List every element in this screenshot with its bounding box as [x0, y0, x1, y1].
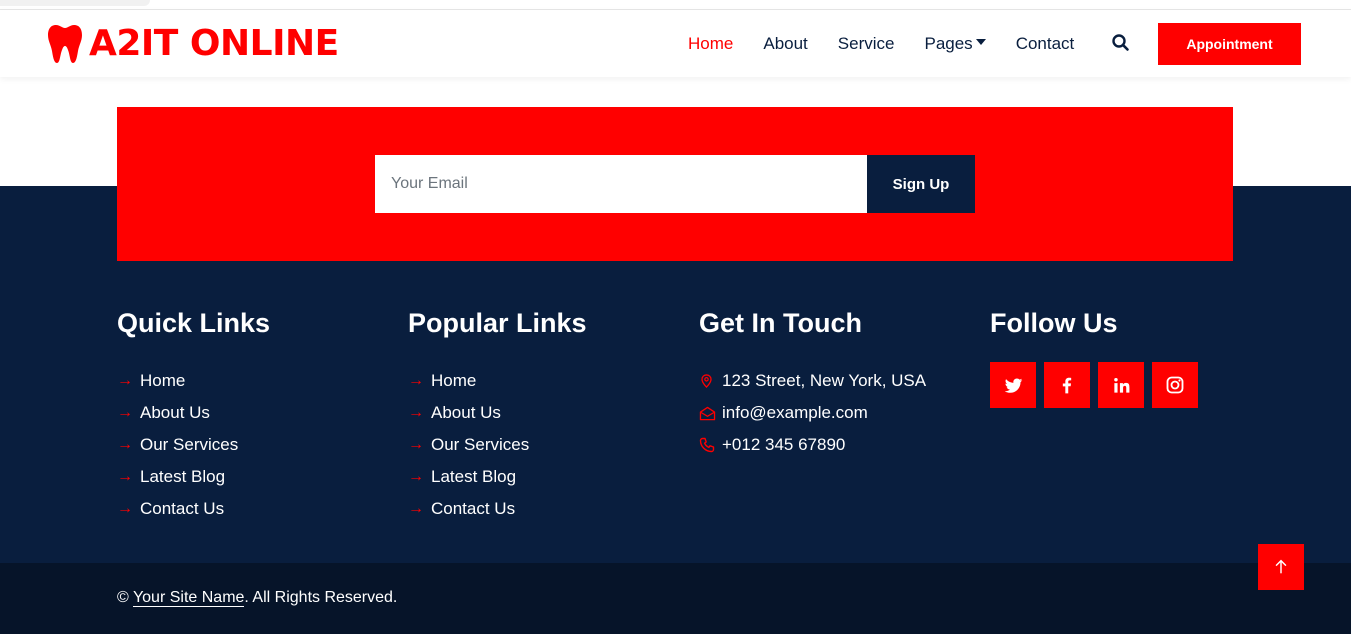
twitter-icon[interactable]: [990, 362, 1036, 408]
link-label: Contact Us: [140, 499, 225, 518]
caret-down-icon: [975, 39, 986, 46]
arrow-right-icon: →: [117, 404, 133, 421]
quick-links-column: Quick Links → Home → About Us → Our Service…: [117, 306, 270, 525]
tab-remnant: [0, 0, 150, 6]
search-icon[interactable]: [1111, 33, 1131, 53]
arrow-right-icon: →: [117, 436, 133, 453]
quick-links-title: Quick Links: [117, 308, 271, 338]
arrow-up-icon: [1275, 559, 1287, 574]
popular-link-contact[interactable]: → Contact Us: [408, 493, 587, 525]
follow-us-title: Follow Us: [990, 308, 1118, 338]
get-in-touch-column: Get In Touch 123 Street, New York, USA i…: [699, 306, 926, 461]
contact-email: info@example.com: [699, 397, 926, 429]
email-input[interactable]: [375, 155, 867, 213]
phone-text: +012 345 67890: [722, 435, 846, 454]
popular-link-services[interactable]: → Our Services: [408, 429, 587, 461]
envelope-icon: [699, 404, 722, 422]
navbar: A2IT ONLINE Home About Service Pages Con…: [0, 10, 1351, 77]
link-label: Latest Blog: [431, 467, 517, 486]
linkedin-icon[interactable]: [1098, 362, 1144, 408]
get-in-touch-title: Get In Touch: [699, 308, 862, 338]
link-label: About Us: [431, 403, 501, 422]
quick-link-blog[interactable]: → Latest Blog: [117, 461, 270, 493]
arrow-right-icon: →: [408, 404, 424, 421]
facebook-icon[interactable]: [1044, 362, 1090, 408]
contact-list: 123 Street, New York, USA info@example.c…: [699, 365, 926, 461]
link-label: Home: [431, 371, 477, 390]
copyright-symbol: ©: [117, 589, 129, 606]
brand-name: A2IT ONLINE: [89, 23, 339, 64]
social-links: [990, 362, 1206, 408]
main-nav: Home About Service Pages Contact: [688, 10, 1104, 77]
link-label: Latest Blog: [140, 467, 226, 486]
popular-link-home[interactable]: → Home: [408, 365, 587, 397]
address-text: 123 Street, New York, USA: [722, 371, 927, 390]
link-label: Our Services: [431, 435, 530, 454]
appointment-button[interactable]: Appointment: [1158, 23, 1301, 65]
map-pin-icon: [699, 372, 722, 390]
nav-home[interactable]: Home: [688, 34, 733, 54]
nav-pages-label: Pages: [924, 33, 973, 53]
newsletter-banner: Sign Up: [117, 107, 1233, 261]
back-to-top-button[interactable]: [1258, 544, 1304, 590]
phone-icon: [699, 436, 722, 454]
arrow-right-icon: →: [408, 372, 424, 389]
quick-links-list: → Home → About Us → Our Services → Latest Bl…: [117, 365, 270, 525]
arrow-right-icon: →: [117, 372, 133, 389]
arrow-right-icon: →: [117, 500, 133, 517]
popular-links-list: → Home → About Us → Our Services → Latest Bl…: [408, 365, 587, 525]
arrow-right-icon: →: [408, 436, 424, 453]
link-label: Our Services: [140, 435, 239, 454]
brand-logo[interactable]: A2IT ONLINE: [47, 22, 339, 66]
nav-contact[interactable]: Contact: [1016, 34, 1075, 54]
quick-link-home[interactable]: → Home: [117, 365, 270, 397]
popular-links-column: Popular Links → Home → About Us → Our Servi…: [408, 306, 587, 525]
link-label: Home: [140, 371, 186, 390]
email-text: info@example.com: [722, 403, 868, 422]
instagram-icon[interactable]: [1152, 362, 1198, 408]
quick-link-services[interactable]: → Our Services: [117, 429, 270, 461]
quick-link-about[interactable]: → About Us: [117, 397, 270, 429]
popular-links-title: Popular Links: [408, 308, 587, 338]
popular-link-about[interactable]: → About Us: [408, 397, 587, 429]
contact-phone: +012 345 67890: [699, 429, 926, 461]
arrow-right-icon: →: [117, 468, 133, 485]
link-label: About Us: [140, 403, 210, 422]
signup-button[interactable]: Sign Up: [867, 155, 975, 213]
copyright-text: © Your Site Name. All Rights Reserved.: [117, 589, 397, 607]
follow-us-column: Follow Us: [990, 306, 1118, 340]
popular-link-blog[interactable]: → Latest Blog: [408, 461, 587, 493]
nav-service[interactable]: Service: [838, 34, 895, 54]
site-name-link[interactable]: Your Site Name: [132, 589, 245, 607]
browser-top-strip: [0, 0, 1351, 10]
nav-pages-dropdown[interactable]: Pages: [924, 33, 986, 54]
quick-link-contact[interactable]: → Contact Us: [117, 493, 270, 525]
contact-address: 123 Street, New York, USA: [699, 365, 926, 397]
tooth-icon: [48, 25, 82, 63]
link-label: Contact Us: [431, 499, 516, 518]
copyright-suffix: . All Rights Reserved.: [244, 589, 398, 606]
arrow-right-icon: →: [408, 500, 424, 517]
nav-about[interactable]: About: [763, 34, 807, 54]
arrow-right-icon: →: [408, 468, 424, 485]
